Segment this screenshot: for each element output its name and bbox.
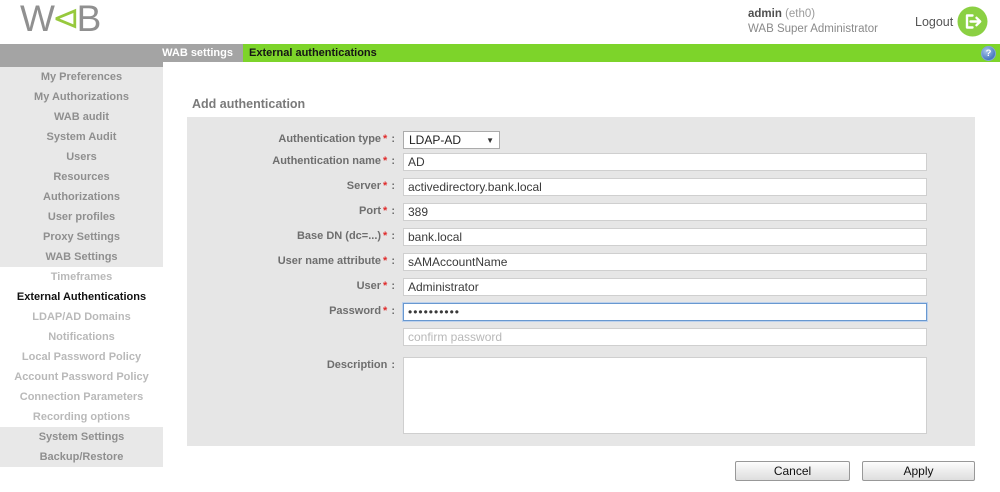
form-row: Description:: [187, 357, 975, 434]
user-info: admin (eth0) WAB Super Administrator: [748, 7, 878, 37]
port-label: Port *:: [359, 205, 395, 217]
port-input[interactable]: [403, 203, 927, 221]
base-dn-label: Base DN (dc=...) *:: [296, 230, 395, 242]
form-row: [187, 328, 975, 346]
base-dn-input[interactable]: [403, 228, 927, 246]
required-marker: *: [383, 133, 388, 145]
sidebar-item-wab-settings[interactable]: WAB Settings: [0, 247, 163, 267]
user-name-attribute-input[interactable]: [403, 253, 927, 271]
sidebar-item-connection-parameters[interactable]: Connection Parameters: [0, 387, 163, 407]
user-role: WAB Super Administrator: [748, 23, 878, 35]
server-label: Server *:: [346, 180, 395, 192]
sidebar-item-local-password-policy[interactable]: Local Password Policy: [0, 347, 163, 367]
sidebar-item-user-profiles[interactable]: User profiles: [0, 207, 163, 227]
required-marker: *: [383, 280, 388, 292]
sidebar-item-external-authentications[interactable]: External Authentications: [0, 287, 163, 307]
description-textarea[interactable]: [403, 357, 927, 434]
sidebar-item-recording-options[interactable]: Recording options: [0, 407, 163, 427]
authentication-name-label: Authentication name *:: [272, 155, 395, 167]
sidebar-main-menu: My Preferences My Authorizations WAB aud…: [0, 67, 163, 267]
confirm-password-input[interactable]: [403, 328, 927, 346]
sidebar-item-my-preferences[interactable]: My Preferences: [0, 67, 163, 87]
password-input[interactable]: [402, 302, 928, 322]
form-row: User name attribute *:: [187, 253, 975, 271]
required-marker: *: [383, 255, 388, 267]
logout-label[interactable]: Logout: [915, 15, 953, 29]
required-marker: *: [383, 230, 388, 242]
user-label: User *:: [356, 280, 395, 292]
user-input[interactable]: [403, 278, 927, 296]
sidebar-item-proxy-settings[interactable]: Proxy Settings: [0, 227, 163, 247]
tab-wab-settings[interactable]: WAB settings: [0, 44, 243, 62]
add-authentication-form: Authentication type *: LDAP-AD ▼ Authenti…: [187, 117, 975, 446]
description-label: Description:: [326, 359, 395, 371]
required-marker: *: [383, 205, 388, 217]
sidebar-submenu: Timeframes External Authentications LDAP…: [0, 267, 163, 427]
sidebar-item-system-audit[interactable]: System Audit: [0, 127, 163, 147]
dropdown-arrow-icon: ▼: [486, 135, 494, 145]
tab-external-authentications[interactable]: External authentications: [249, 44, 377, 62]
form-row: Password *:: [187, 302, 975, 322]
server-input[interactable]: [403, 178, 927, 196]
logout-icon[interactable]: [957, 6, 988, 37]
user-name-attribute-label: User name attribute *:: [277, 255, 395, 267]
sidebar-item-resources[interactable]: Resources: [0, 167, 163, 187]
sidebar-item-backup-restore[interactable]: Backup/Restore: [0, 447, 163, 467]
form-row: Authentication type *: LDAP-AD ▼: [187, 131, 975, 149]
required-marker: *: [383, 305, 388, 317]
sidebar-item-authorizations[interactable]: Authorizations: [0, 187, 163, 207]
apply-button[interactable]: Apply: [862, 461, 975, 481]
form-row: Server *:: [187, 178, 975, 196]
sidebar-item-notifications[interactable]: Notifications: [0, 327, 163, 347]
wab-admin-page: W⊲B admin (eth0) WAB Super Administrator…: [0, 0, 1000, 492]
form-row: Base DN (dc=...) *:: [187, 228, 975, 246]
sidebar-item-timeframes[interactable]: Timeframes: [0, 267, 163, 287]
sidebar-item-system-settings[interactable]: System Settings: [0, 427, 163, 447]
tab-bar: External authentications: [243, 44, 1000, 62]
logo-letter-w: W: [20, 0, 55, 39]
sidebar-bottom-menu: System Settings Backup/Restore: [0, 427, 163, 467]
app-header: W⊲B admin (eth0) WAB Super Administrator…: [0, 0, 1000, 44]
password-label: Password *:: [329, 305, 395, 317]
selected-value: LDAP-AD: [409, 133, 462, 147]
sidebar-item-my-authorizations[interactable]: My Authorizations: [0, 87, 163, 107]
page-title: Add authentication: [192, 97, 306, 111]
form-row: User *:: [187, 278, 975, 296]
help-icon[interactable]: ?: [981, 45, 996, 61]
sidebar-item-ldap-ad-domains[interactable]: LDAP/AD Domains: [0, 307, 163, 327]
network-interface: (eth0): [785, 8, 816, 20]
required-marker: *: [383, 180, 388, 192]
authentication-type-label: Authentication type *:: [278, 133, 395, 145]
logo-letter-b: B: [76, 0, 102, 39]
authentication-type-select[interactable]: LDAP-AD ▼: [403, 131, 500, 149]
form-row: Port *:: [187, 203, 975, 221]
form-row: Authentication name *:: [187, 153, 975, 171]
wab-logo: W⊲B: [20, 0, 102, 40]
required-marker: *: [383, 155, 388, 167]
username: admin: [748, 8, 782, 20]
sidebar-item-wab-audit[interactable]: WAB audit: [0, 107, 163, 127]
sidebar-item-users[interactable]: Users: [0, 147, 163, 167]
cancel-button[interactable]: Cancel: [735, 461, 850, 481]
authentication-name-input[interactable]: [403, 153, 927, 171]
sidebar-item-account-password-policy[interactable]: Account Password Policy: [0, 367, 163, 387]
logo-green-arrow-icon: ⊲: [51, 0, 80, 36]
